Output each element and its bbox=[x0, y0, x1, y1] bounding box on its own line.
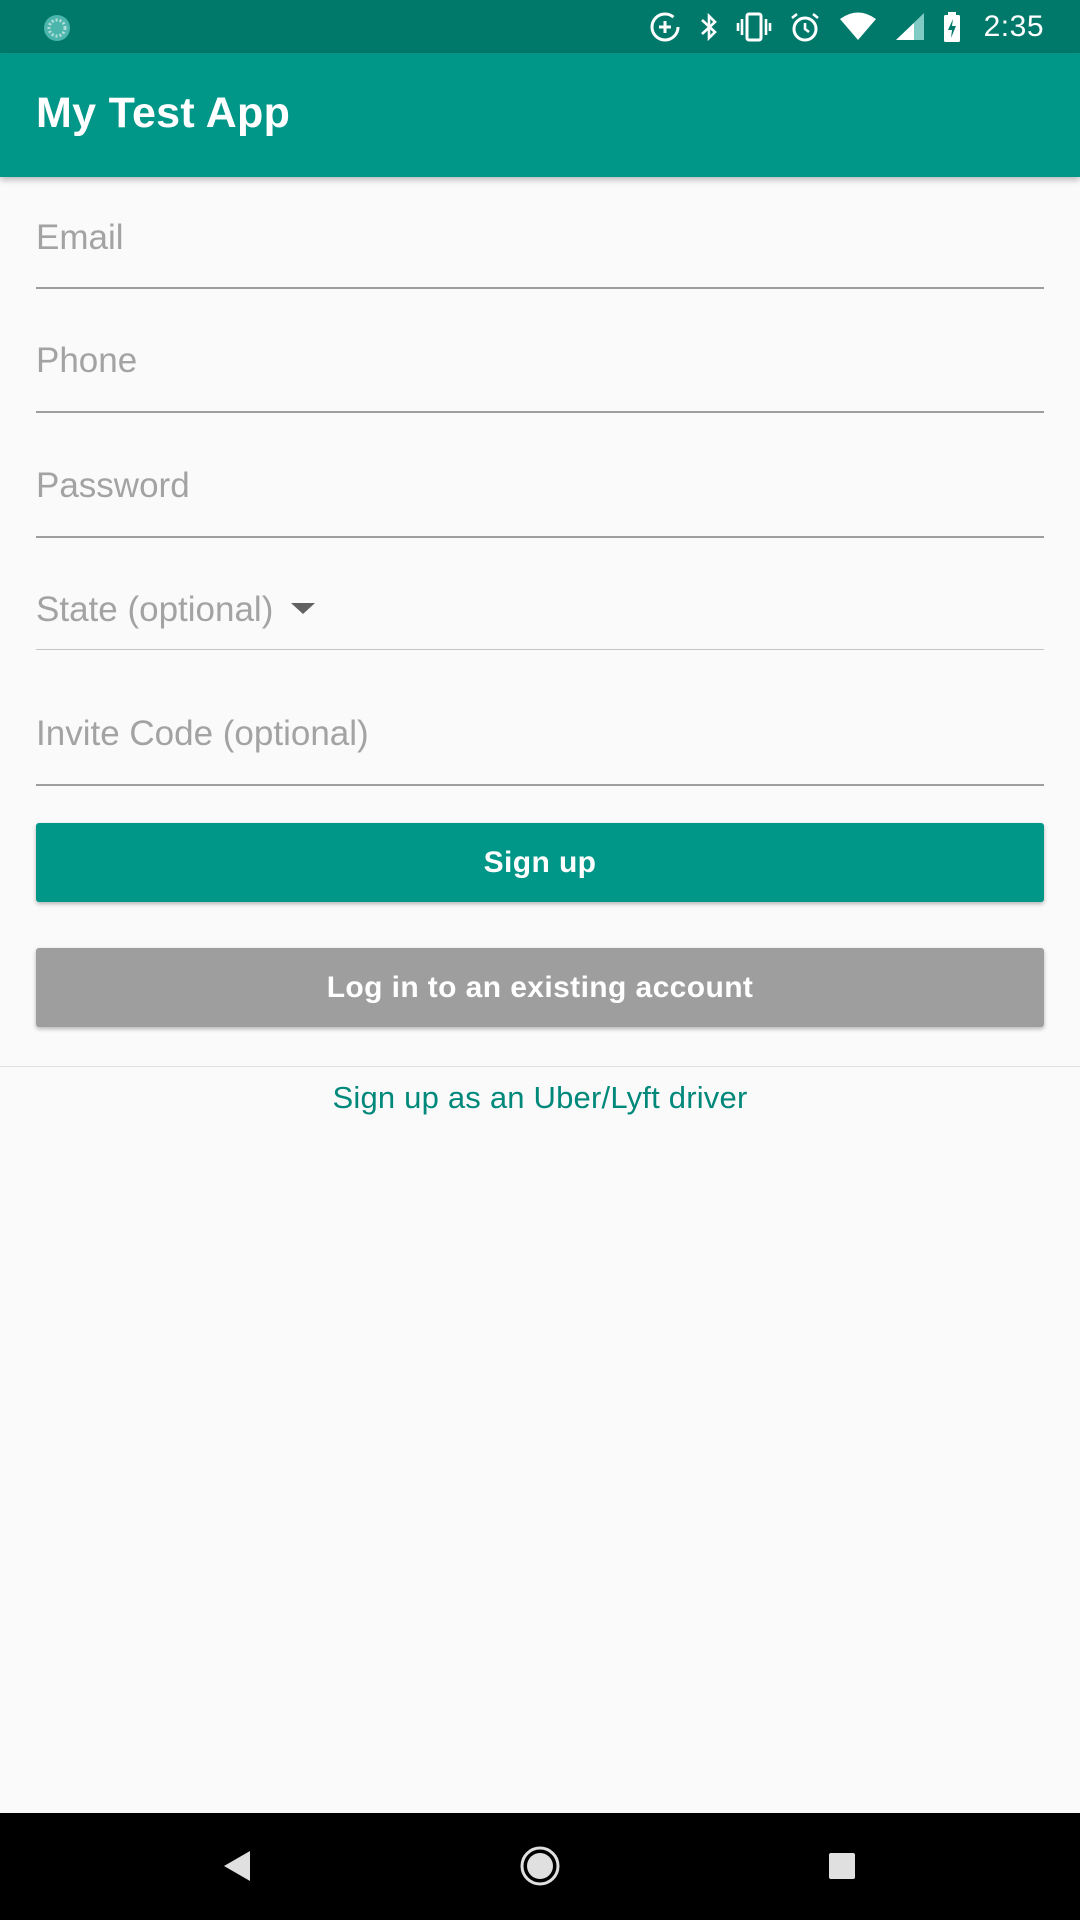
phone-placeholder: Phone bbox=[36, 341, 138, 380]
battery-charging-icon bbox=[943, 11, 960, 42]
login-button[interactable]: Log in to an existing account bbox=[36, 948, 1044, 1027]
invite-code-field[interactable]: Invite Code (optional) bbox=[36, 702, 1044, 786]
recents-icon[interactable] bbox=[819, 1843, 865, 1889]
email-field[interactable]: Email bbox=[36, 206, 1044, 289]
alarm-icon bbox=[790, 12, 819, 41]
wifi-icon bbox=[839, 12, 876, 40]
back-icon[interactable] bbox=[214, 1843, 260, 1889]
state-dropdown-label: State (optional) bbox=[36, 590, 316, 630]
bluetooth-icon bbox=[700, 12, 717, 41]
phone-field[interactable]: Phone bbox=[36, 330, 1044, 413]
data-saver-icon bbox=[650, 12, 680, 41]
password-placeholder: Password bbox=[36, 466, 190, 505]
app-notification-icon bbox=[44, 15, 70, 41]
cell-signal-icon bbox=[895, 12, 924, 40]
home-icon[interactable] bbox=[517, 1843, 563, 1889]
driver-signup-link[interactable]: Sign up as an Uber/Lyft driver bbox=[0, 1080, 1080, 1116]
app-title: My Test App bbox=[36, 89, 291, 137]
navigation-bar bbox=[0, 1813, 1080, 1920]
state-placeholder: State (optional) bbox=[36, 590, 274, 629]
dropdown-arrow-icon bbox=[291, 603, 316, 615]
status-bar: 2:35 bbox=[0, 0, 1080, 53]
password-field[interactable]: Password bbox=[36, 454, 1044, 538]
sign-up-button[interactable]: Sign up bbox=[36, 823, 1044, 902]
invite-code-placeholder: Invite Code (optional) bbox=[36, 714, 369, 753]
vibrate-icon bbox=[736, 12, 771, 41]
divider bbox=[0, 1066, 1080, 1067]
status-icons: 2:35 bbox=[648, 0, 1044, 53]
status-time: 2:35 bbox=[983, 9, 1044, 43]
email-placeholder: Email bbox=[36, 218, 124, 257]
app-bar: My Test App bbox=[0, 53, 1080, 177]
state-dropdown[interactable]: State (optional) bbox=[36, 578, 1044, 650]
